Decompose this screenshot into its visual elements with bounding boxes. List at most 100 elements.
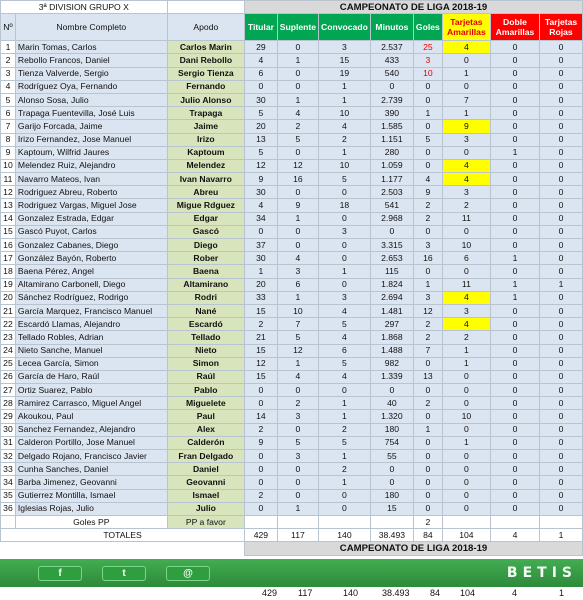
player-doble: 0: [489, 92, 540, 108]
player-goles: 2: [412, 211, 443, 226]
player-minutos: 2.503: [369, 185, 414, 200]
player-nickname: Jaime: [166, 119, 246, 134]
player-suplente: 16: [276, 172, 320, 187]
player-goles: 0: [412, 448, 443, 464]
player-number: 3: [0, 66, 16, 81]
player-rojas: 0: [538, 211, 583, 226]
bottom-convocado: 140: [343, 588, 359, 598]
player-convocado: 0: [318, 488, 371, 503]
social-banner: f t @ BETIS: [0, 559, 583, 587]
player-rojas: 0: [538, 237, 583, 253]
table-row: 13 Rodriguez Vargas, Miguel Jose Migue Rdg…: [0, 198, 583, 213]
player-suplente: 5: [276, 435, 320, 451]
player-rojas: 0: [538, 317, 583, 332]
player-goles: 0: [412, 409, 443, 424]
player-convocado: 0: [318, 211, 371, 226]
player-number: 29: [0, 409, 16, 424]
player-doble: 0: [489, 303, 540, 319]
player-goles: 0: [412, 475, 443, 490]
player-number: 12: [0, 185, 16, 200]
player-full-name: Ramirez Carrasco, Miguel Angel: [14, 396, 168, 411]
player-goles: 3: [412, 290, 443, 305]
player-titular: 0: [244, 501, 278, 516]
twitter-button[interactable]: t: [102, 566, 146, 581]
player-rojas: 0: [538, 185, 583, 200]
player-nickname: Fran Delgado: [166, 448, 246, 464]
col-goles: Goles: [412, 13, 443, 42]
player-amarillas: 0: [441, 145, 491, 160]
player-minutos: 1.339: [369, 369, 414, 385]
player-amarillas: 0: [441, 448, 491, 464]
player-convocado: 1: [318, 92, 371, 108]
player-number: 31: [0, 435, 16, 451]
player-titular: 4: [244, 198, 278, 213]
player-suplente: 4: [276, 106, 320, 121]
player-full-name: Delgado Rojano, Francisco Javier: [14, 448, 168, 464]
player-doble: 0: [489, 106, 540, 121]
player-number: 28: [0, 396, 16, 411]
player-number: 26: [0, 369, 16, 385]
player-nickname: Edgar: [166, 211, 246, 226]
player-amarillas: 1: [441, 66, 491, 81]
table-row: 5 Alonso Sosa, Julio Julio Alonso 30 1 1 2.739…: [0, 92, 583, 108]
player-minutos: 0: [369, 79, 414, 94]
player-goles: 5: [412, 132, 443, 147]
player-goles: 1: [412, 422, 443, 437]
instagram-button[interactable]: @: [166, 566, 210, 581]
player-full-name: Cunha Sanches, Daniel: [14, 462, 168, 477]
table-row: 24 Nieto Sanche, Manuel Nieto 15 12 6 1.488 7 1 0…: [0, 343, 583, 358]
player-goles: 4: [412, 172, 443, 187]
player-number: 36: [0, 501, 16, 516]
totales-minutos: 38.493: [369, 528, 414, 543]
player-titular: 20: [244, 277, 278, 292]
player-rojas: 0: [538, 132, 583, 147]
player-nickname: Alex: [166, 422, 246, 437]
player-number: 2: [0, 53, 16, 68]
totales-suplente: 117: [276, 528, 320, 543]
totales-label: TOTALES: [0, 528, 246, 543]
player-suplente: 0: [276, 475, 320, 490]
goles-pp-goles: 2: [412, 514, 443, 530]
player-amarillas: 9: [441, 119, 491, 134]
player-full-name: Sanchez Fernandez, Alejandro: [14, 422, 168, 437]
player-number: 7: [0, 119, 16, 134]
player-goles: 0: [412, 488, 443, 503]
table-row: 27 Ortiz Suarez, Pablo Pablo 0 0 0 0 0 0 0 0: [0, 383, 583, 398]
player-titular: 9: [244, 435, 278, 451]
player-amarillas: 0: [441, 264, 491, 279]
division-label: 3ª DIVISION GRUPO X: [0, 0, 168, 15]
player-doble: 0: [489, 211, 540, 226]
player-rojas: 0: [538, 501, 583, 516]
player-titular: 0: [244, 462, 278, 477]
player-suplente: 0: [276, 185, 320, 200]
table-row: 26 García de Haro, Raúl Raúl 15 4 4 1.339 13 0 0 0: [0, 369, 583, 385]
player-minutos: 297: [369, 317, 414, 332]
player-number: 4: [0, 79, 16, 94]
player-nickname: Nieto: [166, 343, 246, 358]
player-amarillas: 0: [441, 53, 491, 68]
table-row: 25 Lecea García, Simon Simon 12 1 5 982 0 1 0 0: [0, 356, 583, 371]
facebook-button[interactable]: f: [38, 566, 82, 581]
player-full-name: Calderon Portillo, Jose Manuel: [14, 435, 168, 451]
player-titular: 12: [244, 158, 278, 174]
player-doble: 0: [489, 409, 540, 424]
player-nickname: Paul: [166, 409, 246, 424]
player-amarillas: 0: [441, 475, 491, 490]
player-full-name: Gascó Puyot, Carlos: [14, 224, 168, 240]
player-suplente: 2: [276, 119, 320, 134]
player-nickname: Pablo: [166, 383, 246, 398]
player-titular: 2: [244, 317, 278, 332]
player-rojas: 0: [538, 290, 583, 305]
player-doble: 0: [489, 435, 540, 451]
player-minutos: 55: [369, 448, 414, 464]
player-rojas: 0: [538, 92, 583, 108]
player-titular: 30: [244, 92, 278, 108]
player-doble: 0: [489, 448, 540, 464]
player-convocado: 10: [318, 106, 371, 121]
player-amarillas: 4: [441, 158, 491, 174]
player-number: 30: [0, 422, 16, 437]
player-nickname: Baena: [166, 264, 246, 279]
player-amarillas: 0: [441, 462, 491, 477]
player-minutos: 1.488: [369, 343, 414, 358]
player-full-name: Gutierrez Montilla, Ismael: [14, 488, 168, 503]
